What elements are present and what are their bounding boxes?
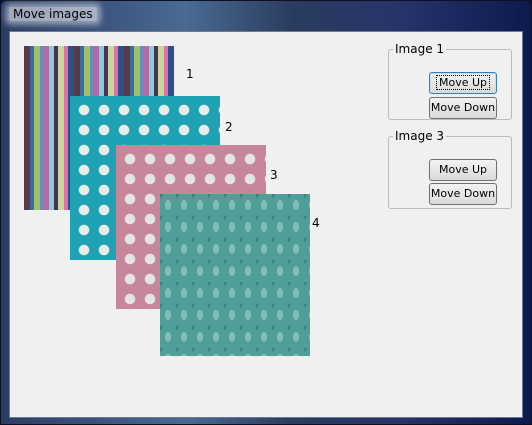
image-1-number: 1 (186, 67, 194, 81)
image-3-move-down-label: Move Down (430, 187, 496, 200)
image-1-group-label: Image 1 (395, 42, 445, 56)
window-title: Move images (9, 7, 97, 21)
image-3-group-label: Image 3 (395, 129, 445, 143)
image-1-move-up-label: Move Up (435, 75, 491, 90)
image-1-move-up-button[interactable]: Move Up (429, 72, 497, 94)
image-1-move-down-button[interactable]: Move Down (429, 97, 497, 119)
image-4-number: 4 (312, 216, 320, 230)
image-1-move-down-label: Move Down (430, 101, 496, 114)
image-2-number: 2 (225, 120, 233, 134)
image-3-number: 3 (270, 168, 278, 182)
title-bar[interactable]: Move images (1, 1, 531, 31)
client-area: 1 2 3 4 Image 1 Move Up Move Down Image … (9, 31, 523, 418)
image-3-move-down-button[interactable]: Move Down (429, 183, 497, 205)
image-3-move-up-button[interactable]: Move Up (429, 159, 497, 181)
image-1-group: Image 1 Move Up Move Down (388, 42, 512, 120)
image-4-damask[interactable] (160, 194, 310, 356)
dialog-window: Move images 1 2 3 4 Image 1 Move Up Move… (0, 0, 532, 425)
image-3-move-up-label: Move Up (438, 163, 488, 176)
image-3-group: Image 3 Move Up Move Down (388, 129, 512, 209)
